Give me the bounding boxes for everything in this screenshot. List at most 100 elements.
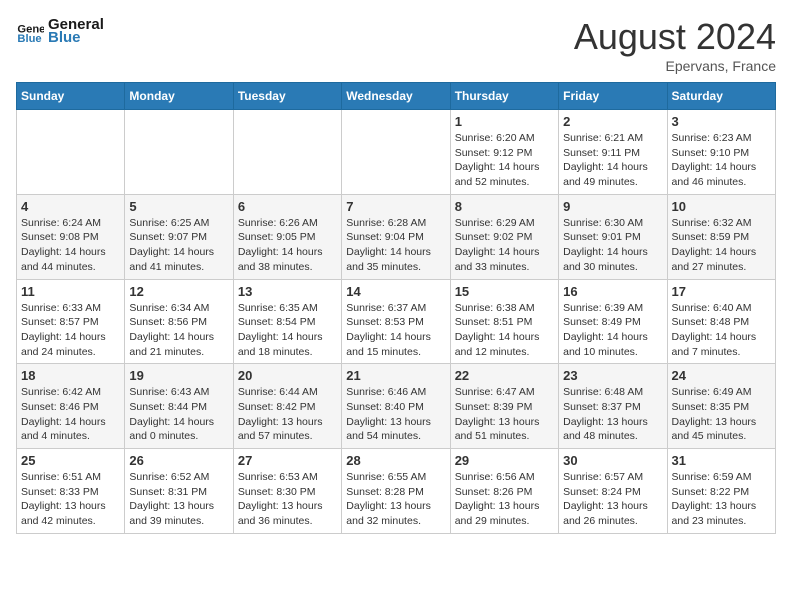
calendar-cell: 23Sunrise: 6:48 AMSunset: 8:37 PMDayligh… — [559, 364, 667, 449]
day-number: 8 — [455, 199, 554, 214]
calendar-week-row: 18 Sunrise: 6:42 AMSunset: 8:46 PMDayligh… — [17, 364, 776, 449]
day-number: 11 — [21, 284, 120, 299]
day-number: 16 — [563, 284, 662, 299]
day-info: Sunrise: 6:51 AMSunset: 8:33 PMDaylight:… — [21, 470, 120, 529]
calendar-cell: 11 Sunrise: 6:33 AMSunset: 8:57 PMDayligh… — [17, 279, 125, 364]
day-info: Sunrise: 6:21 AMSunset: 9:11 PMDaylight:… — [563, 131, 662, 190]
day-number: 5 — [129, 199, 228, 214]
calendar-cell: 3 Sunrise: 6:23 AMSunset: 9:10 PMDaylight… — [667, 110, 775, 195]
day-info: Sunrise: 6:29 AMSunset: 9:02 PMDaylight:… — [455, 216, 554, 275]
calendar-cell: 17 Sunrise: 6:40 AMSunset: 8:48 PMDayligh… — [667, 279, 775, 364]
day-info: Sunrise: 6:49 AMSunset: 8:35 PMDaylight:… — [672, 385, 771, 444]
day-info: Sunrise: 6:59 AMSunset: 8:22 PMDaylight:… — [672, 470, 771, 529]
day-number: 27 — [238, 453, 337, 468]
calendar-week-row: 1 Sunrise: 6:20 AMSunset: 9:12 PMDaylight… — [17, 110, 776, 195]
weekday-header-saturday: Saturday — [667, 83, 775, 110]
day-info: Sunrise: 6:40 AMSunset: 8:48 PMDaylight:… — [672, 301, 771, 360]
day-info: Sunrise: 6:57 AMSunset: 8:24 PMDaylight:… — [563, 470, 662, 529]
calendar-cell: 2 Sunrise: 6:21 AMSunset: 9:11 PMDaylight… — [559, 110, 667, 195]
day-info: Sunrise: 6:30 AMSunset: 9:01 PMDaylight:… — [563, 216, 662, 275]
day-number: 30 — [563, 453, 662, 468]
day-info: Sunrise: 6:55 AMSunset: 8:28 PMDaylight:… — [346, 470, 445, 529]
calendar-cell: 1 Sunrise: 6:20 AMSunset: 9:12 PMDaylight… — [450, 110, 558, 195]
day-info: Sunrise: 6:33 AMSunset: 8:57 PMDaylight:… — [21, 301, 120, 360]
day-info: Sunrise: 6:38 AMSunset: 8:51 PMDaylight:… — [455, 301, 554, 360]
day-number: 25 — [21, 453, 120, 468]
calendar-cell — [342, 110, 450, 195]
title-section: August 2024 Epervans, France — [574, 16, 776, 74]
day-info: Sunrise: 6:39 AMSunset: 8:49 PMDaylight:… — [563, 301, 662, 360]
calendar-cell: 19Sunrise: 6:43 AMSunset: 8:44 PMDayligh… — [125, 364, 233, 449]
day-number: 3 — [672, 114, 771, 129]
calendar-cell: 5 Sunrise: 6:25 AMSunset: 9:07 PMDaylight… — [125, 194, 233, 279]
calendar-cell: 10 Sunrise: 6:32 AMSunset: 8:59 PMDayligh… — [667, 194, 775, 279]
weekday-header-tuesday: Tuesday — [233, 83, 341, 110]
day-info: Sunrise: 6:28 AMSunset: 9:04 PMDaylight:… — [346, 216, 445, 275]
day-number: 23 — [563, 368, 662, 383]
svg-text:Blue: Blue — [17, 33, 41, 45]
calendar-cell — [125, 110, 233, 195]
month-title: August 2024 — [574, 16, 776, 58]
calendar-cell: 25 Sunrise: 6:51 AMSunset: 8:33 PMDayligh… — [17, 449, 125, 534]
calendar-cell: 26 Sunrise: 6:52 AMSunset: 8:31 PMDayligh… — [125, 449, 233, 534]
calendar-cell: 14Sunrise: 6:37 AMSunset: 8:53 PMDayligh… — [342, 279, 450, 364]
calendar-cell: 21Sunrise: 6:46 AMSunset: 8:40 PMDayligh… — [342, 364, 450, 449]
day-number: 12 — [129, 284, 228, 299]
day-info: Sunrise: 6:20 AMSunset: 9:12 PMDaylight:… — [455, 131, 554, 190]
day-number: 15 — [455, 284, 554, 299]
weekday-header-sunday: Sunday — [17, 83, 125, 110]
calendar-cell: 7 Sunrise: 6:28 AMSunset: 9:04 PMDaylight… — [342, 194, 450, 279]
calendar-cell: 15 Sunrise: 6:38 AMSunset: 8:51 PMDayligh… — [450, 279, 558, 364]
calendar-cell — [233, 110, 341, 195]
calendar-cell: 8 Sunrise: 6:29 AMSunset: 9:02 PMDaylight… — [450, 194, 558, 279]
day-info: Sunrise: 6:26 AMSunset: 9:05 PMDaylight:… — [238, 216, 337, 275]
day-info: Sunrise: 6:37 AMSunset: 8:53 PMDaylight:… — [346, 301, 445, 360]
weekday-header-monday: Monday — [125, 83, 233, 110]
day-info: Sunrise: 6:43 AMSunset: 8:44 PMDaylight:… — [129, 385, 228, 444]
weekday-header-row: SundayMondayTuesdayWednesdayThursdayFrid… — [17, 83, 776, 110]
calendar-cell: 12Sunrise: 6:34 AMSunset: 8:56 PMDayligh… — [125, 279, 233, 364]
day-number: 22 — [455, 368, 554, 383]
day-number: 6 — [238, 199, 337, 214]
page-header: General Blue General Blue August 2024 Ep… — [16, 16, 776, 74]
location-subtitle: Epervans, France — [574, 58, 776, 74]
day-number: 4 — [21, 199, 120, 214]
weekday-header-friday: Friday — [559, 83, 667, 110]
day-info: Sunrise: 6:32 AMSunset: 8:59 PMDaylight:… — [672, 216, 771, 275]
calendar-cell — [17, 110, 125, 195]
calendar-cell: 29Sunrise: 6:56 AMSunset: 8:26 PMDayligh… — [450, 449, 558, 534]
day-number: 24 — [672, 368, 771, 383]
day-info: Sunrise: 6:24 AMSunset: 9:08 PMDaylight:… — [21, 216, 120, 275]
day-number: 21 — [346, 368, 445, 383]
calendar-table: SundayMondayTuesdayWednesdayThursdayFrid… — [16, 82, 776, 534]
day-number: 17 — [672, 284, 771, 299]
day-number: 7 — [346, 199, 445, 214]
day-info: Sunrise: 6:25 AMSunset: 9:07 PMDaylight:… — [129, 216, 228, 275]
calendar-cell: 31 Sunrise: 6:59 AMSunset: 8:22 PMDayligh… — [667, 449, 775, 534]
day-info: Sunrise: 6:52 AMSunset: 8:31 PMDaylight:… — [129, 470, 228, 529]
calendar-cell: 20Sunrise: 6:44 AMSunset: 8:42 PMDayligh… — [233, 364, 341, 449]
logo-icon: General Blue — [16, 17, 44, 45]
day-info: Sunrise: 6:23 AMSunset: 9:10 PMDaylight:… — [672, 131, 771, 190]
calendar-cell: 9Sunrise: 6:30 AMSunset: 9:01 PMDaylight… — [559, 194, 667, 279]
day-number: 18 — [21, 368, 120, 383]
day-info: Sunrise: 6:44 AMSunset: 8:42 PMDaylight:… — [238, 385, 337, 444]
calendar-cell: 27 Sunrise: 6:53 AMSunset: 8:30 PMDayligh… — [233, 449, 341, 534]
day-number: 26 — [129, 453, 228, 468]
day-info: Sunrise: 6:47 AMSunset: 8:39 PMDaylight:… — [455, 385, 554, 444]
day-info: Sunrise: 6:56 AMSunset: 8:26 PMDaylight:… — [455, 470, 554, 529]
logo: General Blue General Blue — [16, 16, 104, 46]
day-info: Sunrise: 6:53 AMSunset: 8:30 PMDaylight:… — [238, 470, 337, 529]
calendar-cell: 16 Sunrise: 6:39 AMSunset: 8:49 PMDayligh… — [559, 279, 667, 364]
calendar-cell: 18 Sunrise: 6:42 AMSunset: 8:46 PMDayligh… — [17, 364, 125, 449]
calendar-cell: 22 Sunrise: 6:47 AMSunset: 8:39 PMDayligh… — [450, 364, 558, 449]
calendar-cell: 13Sunrise: 6:35 AMSunset: 8:54 PMDayligh… — [233, 279, 341, 364]
day-number: 10 — [672, 199, 771, 214]
day-number: 1 — [455, 114, 554, 129]
weekday-header-wednesday: Wednesday — [342, 83, 450, 110]
weekday-header-thursday: Thursday — [450, 83, 558, 110]
calendar-cell: 28Sunrise: 6:55 AMSunset: 8:28 PMDayligh… — [342, 449, 450, 534]
day-number: 2 — [563, 114, 662, 129]
day-info: Sunrise: 6:42 AMSunset: 8:46 PMDaylight:… — [21, 385, 120, 444]
day-number: 31 — [672, 453, 771, 468]
